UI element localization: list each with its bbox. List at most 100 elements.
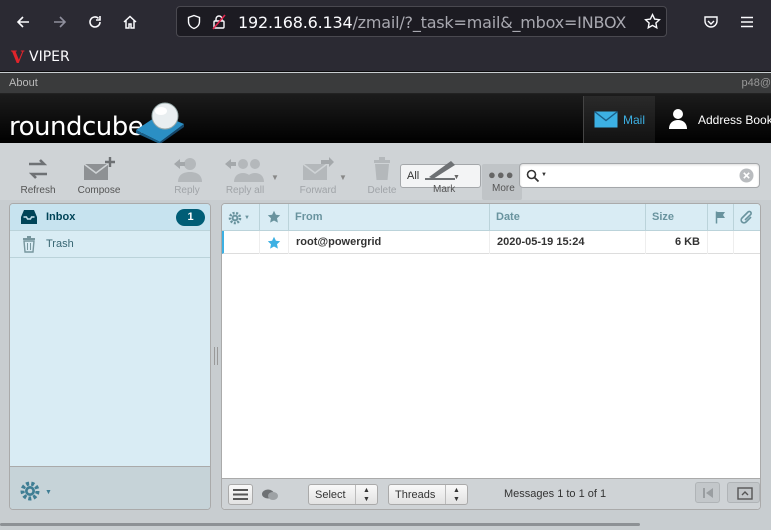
more-button[interactable]: ●●● More: [482, 164, 522, 200]
search-input[interactable]: [550, 166, 740, 185]
delete-button[interactable]: Delete: [364, 155, 400, 199]
row-flag-cell[interactable]: [260, 231, 289, 254]
search-icon[interactable]: [526, 169, 540, 183]
shield-icon[interactable]: [186, 14, 202, 30]
task-mail-label: Mail: [623, 113, 646, 127]
bookmark-star-icon[interactable]: [644, 13, 661, 30]
hamburger-menu-icon[interactable]: [739, 14, 755, 30]
folder-list-footer: ▼: [10, 466, 210, 509]
forward-icon: [302, 157, 334, 180]
folder-settings-gear-icon[interactable]: [19, 480, 41, 502]
reply-all-dropdown-icon[interactable]: ▼: [271, 173, 279, 182]
table-row[interactable]: root@powergrid 2020-05-19 15:24 6 KB: [222, 231, 760, 254]
folder-settings-dropdown-icon[interactable]: ▼: [45, 489, 52, 496]
row-flagged-cell[interactable]: [708, 231, 734, 254]
list-options-gear-icon: [228, 211, 242, 225]
row-from-text: root@powergrid: [296, 236, 382, 248]
reload-button[interactable]: [81, 8, 109, 36]
forward-button[interactable]: Forward: [297, 155, 339, 199]
url-bar[interactable]: 192.168.6.134/zmail/?_task=mail&_mbox=IN…: [176, 6, 667, 37]
task-mail-button[interactable]: Mail: [583, 96, 655, 143]
threads-view-icon[interactable]: [261, 488, 279, 501]
from-column-header[interactable]: From: [289, 204, 490, 231]
compose-label: Compose: [77, 185, 121, 196]
folder-trash[interactable]: Trash: [10, 231, 210, 258]
reply-all-button[interactable]: Reply all: [219, 155, 271, 199]
threads-label: Threads: [395, 489, 436, 501]
mark-label: Mark: [433, 184, 456, 195]
mark-select[interactable]: All ▼ Mark: [400, 161, 481, 195]
search-box: ▼: [519, 163, 760, 188]
folder-inbox[interactable]: Inbox 1: [10, 204, 210, 231]
list-options-button[interactable]: ▼: [222, 204, 260, 231]
select-dropdown[interactable]: Select ▲ ▼: [308, 484, 378, 505]
top-line: About p48@: [0, 73, 771, 94]
username: p48@: [741, 77, 771, 89]
folder-inbox-name: Inbox: [46, 211, 76, 223]
person-icon: [669, 109, 687, 129]
row-attachment-cell: [734, 231, 760, 254]
threads-dropdown[interactable]: Threads ▲ ▼: [388, 484, 468, 505]
compose-icon: [83, 157, 115, 180]
flag-column-header[interactable]: [260, 204, 289, 231]
list-view-button[interactable]: [228, 484, 253, 505]
url-host: 192.168.6.134: [238, 13, 353, 32]
date-column-label: Date: [496, 211, 520, 223]
date-column-header[interactable]: Date: [490, 204, 646, 231]
mark-filter-value: All: [407, 170, 420, 182]
message-list-header: ▼ From Date Size: [222, 204, 760, 231]
message-list-footer: Select ▲ ▼ Threads ▲ ▼ Messages 1 to 1 of …: [222, 478, 760, 509]
size-column-header[interactable]: Size: [646, 204, 708, 231]
reply-label: Reply: [174, 185, 200, 196]
select-label: Select: [315, 489, 346, 501]
home-icon: [123, 15, 137, 29]
flagged-column-header[interactable]: [708, 204, 734, 231]
url-text[interactable]: 192.168.6.134/zmail/?_task=mail&_mbox=IN…: [238, 13, 626, 32]
home-button[interactable]: [116, 8, 144, 36]
attachment-column-header[interactable]: [734, 204, 760, 231]
row-date: 2020-05-19 15:24: [490, 231, 646, 254]
about-link[interactable]: About: [9, 77, 38, 89]
arrow-left-icon: [16, 16, 29, 28]
compose-button[interactable]: Compose: [76, 155, 122, 199]
list-options-dropdown-icon: ▼: [244, 215, 250, 221]
roundcube-logo-icon: [136, 102, 184, 144]
bookmark-viper[interactable]: VIPER: [29, 49, 70, 65]
search-reset-icon[interactable]: [739, 168, 754, 183]
trash-icon: [23, 236, 35, 253]
pocket-icon[interactable]: [703, 14, 719, 30]
forward-nav-button[interactable]: [46, 8, 74, 36]
first-page-icon: [703, 488, 713, 498]
reply-button[interactable]: Reply: [167, 155, 207, 199]
flagged-star-icon: [267, 236, 281, 249]
folder-list: Inbox 1 Trash ▼: [9, 203, 211, 510]
horizontal-scrollbar[interactable]: [0, 523, 640, 526]
first-page-button[interactable]: [695, 482, 720, 503]
mark-dropdown-icon[interactable]: ▼: [453, 174, 460, 181]
back-button[interactable]: [9, 8, 37, 36]
task-addressbook-label: Address Book: [698, 113, 771, 127]
forward-dropdown-icon[interactable]: ▼: [339, 173, 347, 182]
task-addressbook-button[interactable]: Address Book: [656, 96, 771, 143]
star-column-icon: [267, 210, 281, 223]
paperclip-icon: [740, 210, 752, 224]
size-column-label: Size: [652, 211, 675, 223]
refresh-label: Refresh: [20, 185, 56, 196]
threads-spin-icon: ▲ ▼: [445, 485, 467, 504]
trash-can-icon: [374, 157, 390, 180]
row-date-text: 2020-05-19 15:24: [497, 236, 585, 248]
forward-label: Forward: [299, 185, 337, 196]
pane-splitter[interactable]: [214, 347, 218, 365]
reply-icon: [174, 158, 202, 182]
search-options-dropdown-icon[interactable]: ▼: [541, 172, 547, 178]
refresh-button[interactable]: Refresh: [18, 155, 58, 199]
roundcube-logo[interactable]: roundcube: [9, 112, 144, 142]
insecure-lock-icon[interactable]: [211, 14, 227, 30]
select-spin-icon: ▲ ▼: [355, 485, 377, 504]
url-path: /zmail/?_task=mail&_mbox=INBOX: [352, 13, 627, 32]
row-size-text: 6 KB: [674, 236, 700, 248]
inbox-icon: [21, 210, 37, 224]
row-select-cell: [224, 231, 260, 254]
viper-logo-icon[interactable]: V: [11, 48, 24, 68]
message-preview-toggle[interactable]: [727, 482, 760, 503]
